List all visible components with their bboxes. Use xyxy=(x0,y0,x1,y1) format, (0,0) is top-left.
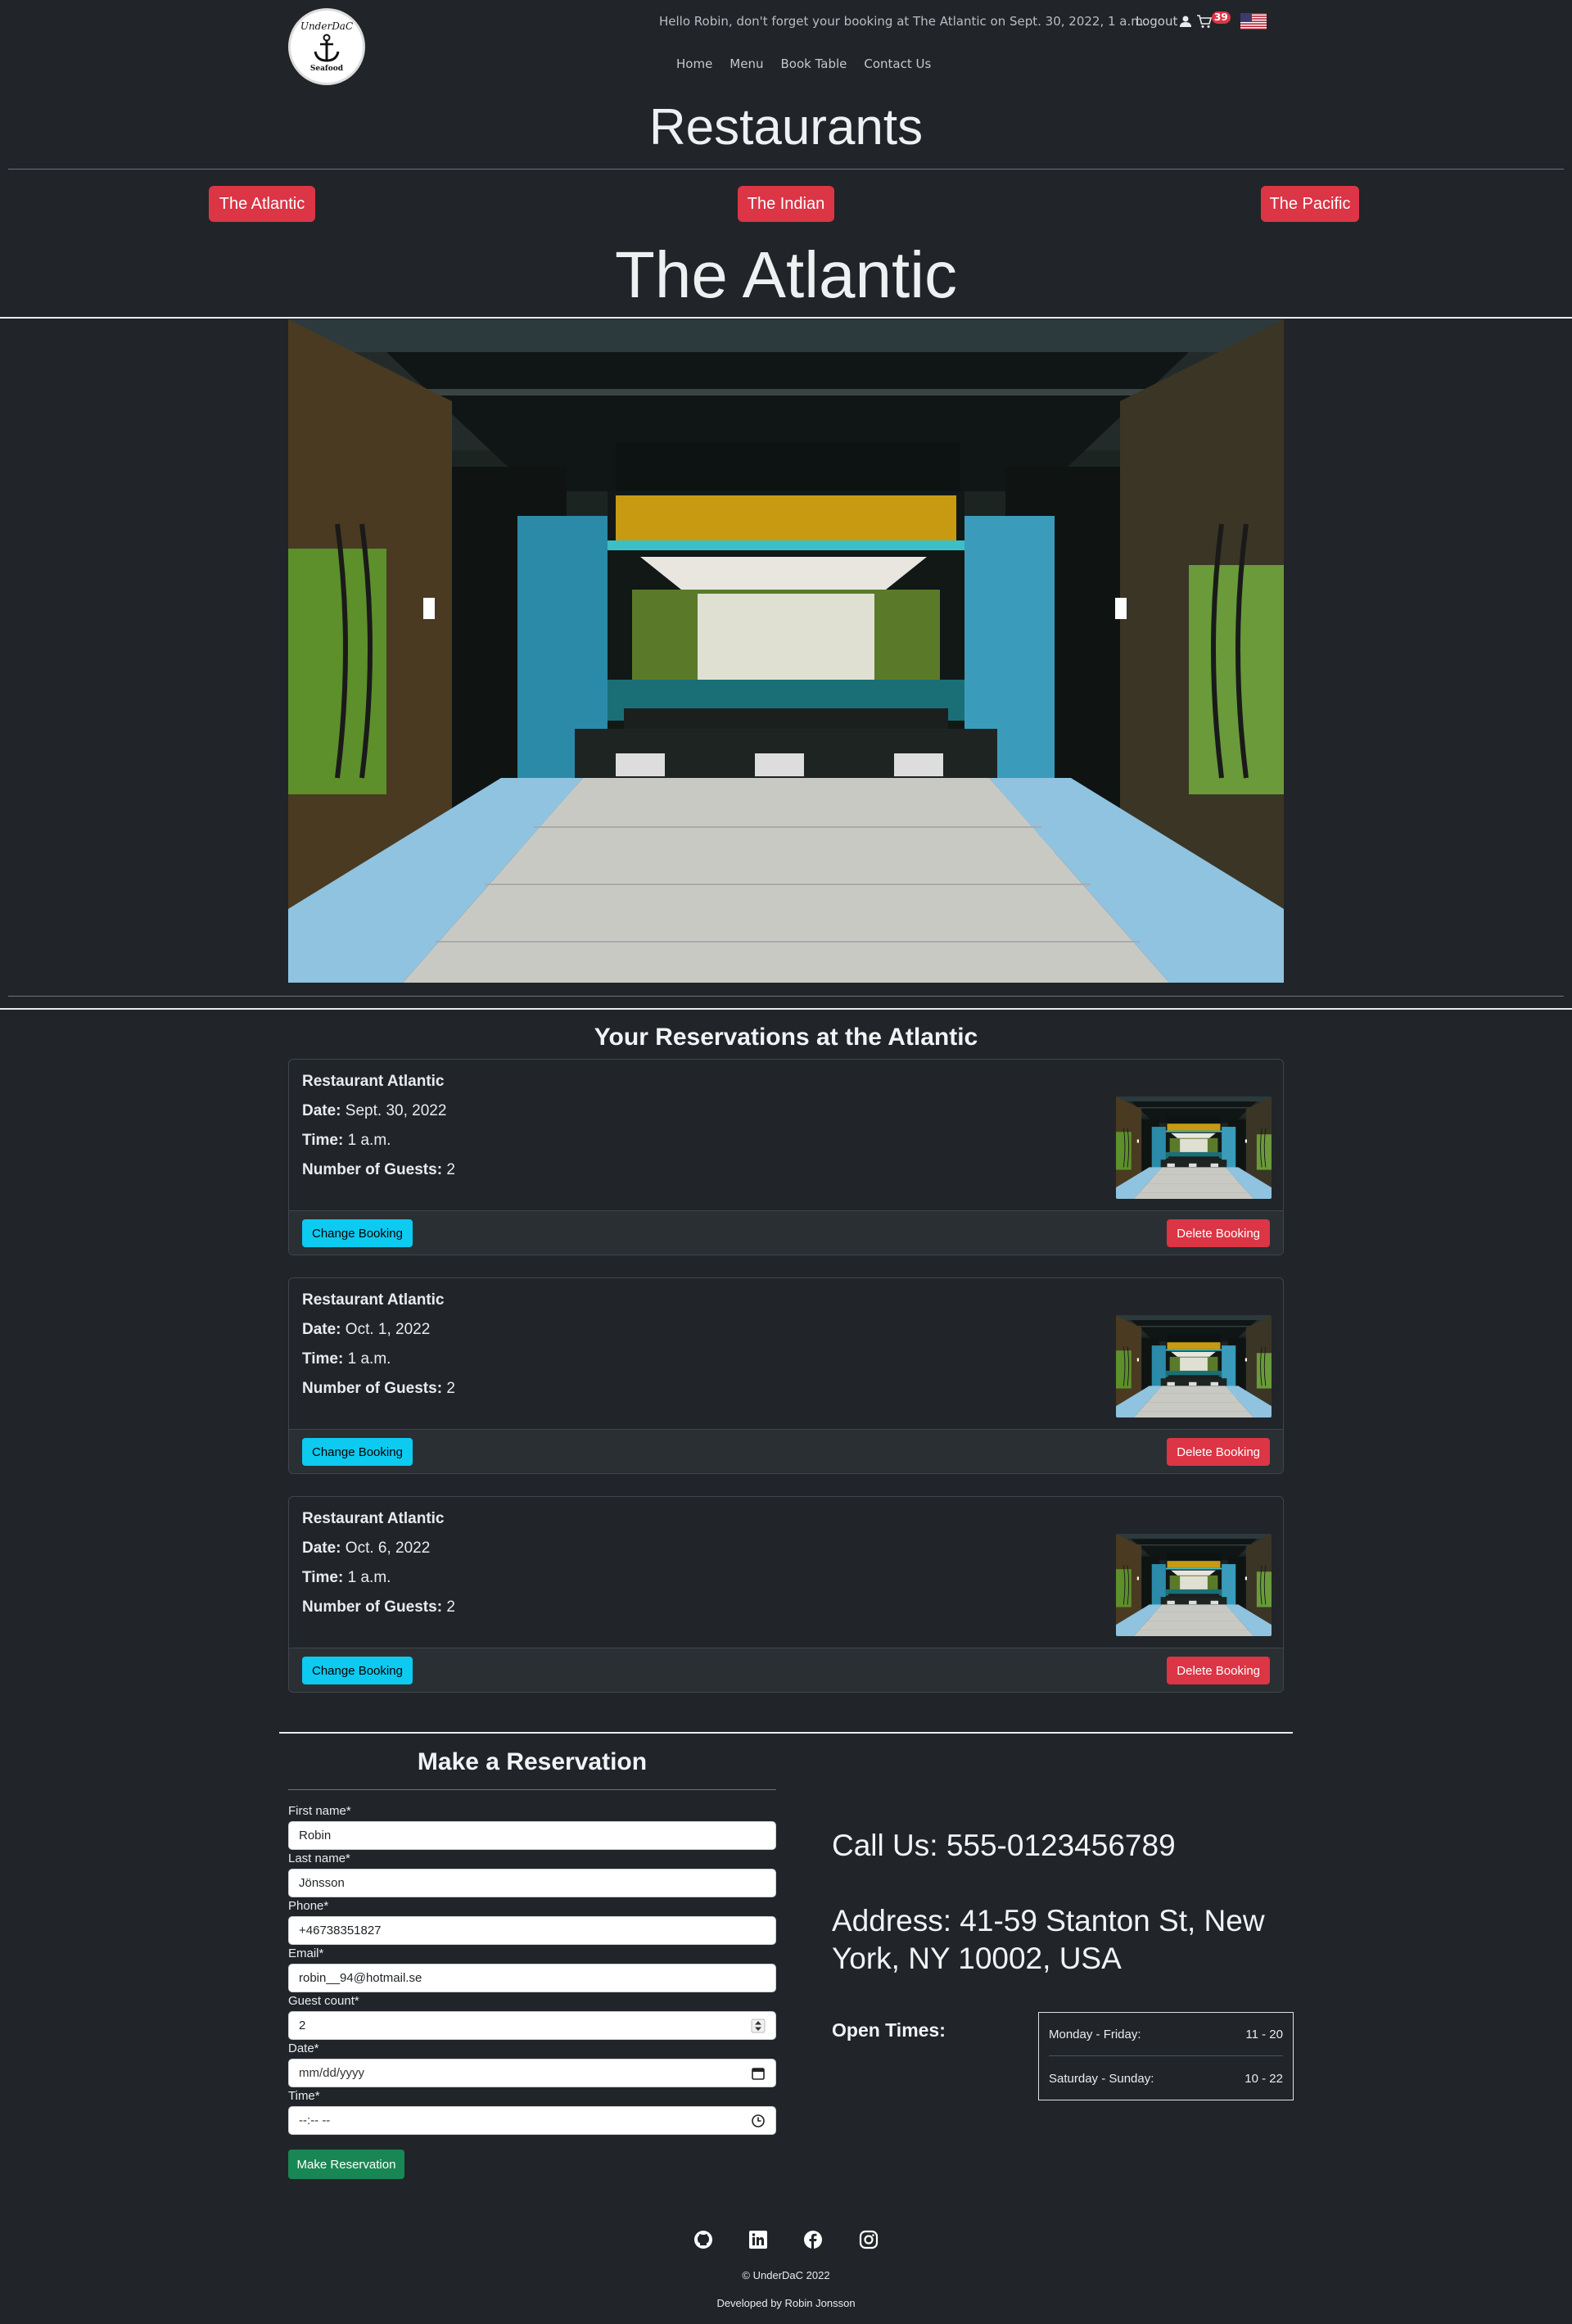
divider xyxy=(0,317,1572,319)
delete-booking-button[interactable]: Delete Booking xyxy=(1167,1438,1270,1466)
github-icon[interactable] xyxy=(693,2230,713,2249)
divider xyxy=(288,1789,776,1790)
reservation-guests: Number of Guests: 2 xyxy=(302,1380,455,1397)
booking-reminder: Hello Robin, don't forget your booking a… xyxy=(659,14,1147,29)
instagram-icon[interactable] xyxy=(859,2230,879,2249)
hours-row: Monday - Friday: 11 - 20 xyxy=(1049,2013,1283,2056)
call-us: Call Us: 555-0123456789 xyxy=(832,1829,1176,1862)
guest-count-label: Guest count* xyxy=(288,1994,359,2008)
restaurant-button-pacific[interactable]: The Pacific xyxy=(1261,186,1359,222)
reservation-card: Restaurant Atlantic Date: Oct. 1, 2022 T… xyxy=(288,1277,1284,1474)
facebook-icon[interactable] xyxy=(803,2230,823,2249)
logout-link[interactable]: Logout xyxy=(1136,14,1177,29)
cart-icon[interactable] xyxy=(1196,13,1213,29)
reservation-card: Restaurant Atlantic Date: Sept. 30, 2022… xyxy=(288,1059,1284,1255)
nav-book-table[interactable]: Book Table xyxy=(780,57,847,71)
anchor-icon xyxy=(314,34,340,62)
reservation-card: Restaurant Atlantic Date: Oct. 6, 2022 T… xyxy=(288,1496,1284,1693)
address: Address: 41-59 Stanton St, New York, NY … xyxy=(832,1904,1265,1975)
divider xyxy=(8,996,1564,997)
restaurant-button-indian[interactable]: The Indian xyxy=(738,186,834,222)
logo-top-text: UnderDaC xyxy=(300,20,354,32)
calendar-icon[interactable] xyxy=(751,2066,766,2081)
hours-row: Saturday - Sunday: 10 - 22 xyxy=(1049,2072,1283,2086)
time-label: Time* xyxy=(288,2089,320,2103)
reservations-heading: Your Reservations at the Atlantic xyxy=(594,1024,978,1051)
date-label: Date* xyxy=(288,2041,319,2055)
reservation-time: Time: 1 a.m. xyxy=(302,1350,391,1368)
nav-contact-us[interactable]: Contact Us xyxy=(864,57,931,71)
card-footer: Change Booking Delete Booking xyxy=(289,1429,1283,1473)
time-field[interactable]: --:-- -- xyxy=(288,2106,776,2135)
linkedin-icon[interactable] xyxy=(748,2230,768,2249)
restaurant-hero-image xyxy=(288,319,1284,983)
divider xyxy=(0,1008,1572,1010)
reservation-restaurant: Restaurant Atlantic xyxy=(302,1073,445,1090)
restaurant-title: The Atlantic xyxy=(614,238,957,311)
reservation-form-heading: Make a Reservation xyxy=(417,1748,648,1775)
cart-count-badge: 39 xyxy=(1212,11,1231,24)
us-flag-icon[interactable] xyxy=(1240,13,1267,29)
copyright: © UnderDaC 2022 xyxy=(742,2269,830,2281)
developer-credit: Developed by Robin Jonsson xyxy=(716,2297,856,2309)
reservation-guests: Number of Guests: 2 xyxy=(302,1161,455,1178)
spinner-arrows-icon[interactable] xyxy=(751,2019,766,2033)
phone-number[interactable]: 555-0123456789 xyxy=(946,1829,1176,1862)
logo-bottom-text: Seafood xyxy=(309,65,344,73)
reservation-date: Date: Oct. 6, 2022 xyxy=(302,1540,431,1557)
reservation-date: Date: Sept. 30, 2022 xyxy=(302,1102,447,1119)
first-name-field[interactable]: Robin xyxy=(288,1821,776,1850)
reservation-thumbnail xyxy=(1116,1534,1272,1636)
first-name-label: First name* xyxy=(288,1804,351,1818)
phone-field[interactable]: +46738351827 xyxy=(288,1916,776,1945)
reservation-thumbnail xyxy=(1116,1315,1272,1417)
reservation-date: Date: Oct. 1, 2022 xyxy=(302,1321,431,1338)
guest-count-stepper[interactable]: 2 xyxy=(288,2011,776,2040)
delete-booking-button[interactable]: Delete Booking xyxy=(1167,1657,1270,1684)
restaurants-heading: Restaurants xyxy=(648,99,924,156)
card-footer: Change Booking Delete Booking xyxy=(289,1210,1283,1255)
brand-logo[interactable]: UnderDaC Seafood xyxy=(288,8,365,85)
change-booking-button[interactable]: Change Booking xyxy=(302,1657,413,1684)
reservation-time: Time: 1 a.m. xyxy=(302,1569,391,1586)
restaurant-button-atlantic[interactable]: The Atlantic xyxy=(209,186,315,222)
last-name-label: Last name* xyxy=(288,1852,350,1865)
reservation-time: Time: 1 a.m. xyxy=(302,1132,391,1149)
email-field[interactable]: robin__94@hotmail.se xyxy=(288,1964,776,1992)
date-field[interactable]: mm/dd/yyyy xyxy=(288,2059,776,2087)
opening-hours-table: Monday - Friday: 11 - 20 Saturday - Sunda… xyxy=(1038,2012,1294,2100)
reservation-thumbnail xyxy=(1116,1096,1272,1199)
clock-icon[interactable] xyxy=(751,2114,766,2128)
main-nav: Home Menu Book Table Contact Us xyxy=(676,57,931,71)
divider xyxy=(279,1732,1293,1734)
make-reservation-button[interactable]: Make Reservation xyxy=(288,2150,404,2179)
divider xyxy=(8,169,1564,170)
delete-booking-button[interactable]: Delete Booking xyxy=(1167,1219,1270,1247)
email-label: Email* xyxy=(288,1946,324,1960)
change-booking-button[interactable]: Change Booking xyxy=(302,1438,413,1466)
nav-menu[interactable]: Menu xyxy=(730,57,763,71)
reservation-restaurant: Restaurant Atlantic xyxy=(302,1510,445,1527)
reservation-restaurant: Restaurant Atlantic xyxy=(302,1291,445,1309)
reservation-guests: Number of Guests: 2 xyxy=(302,1598,455,1616)
change-booking-button[interactable]: Change Booking xyxy=(302,1219,413,1247)
open-times-label: Open Times: xyxy=(832,2019,946,2041)
user-icon[interactable] xyxy=(1179,15,1192,28)
phone-label: Phone* xyxy=(288,1899,329,1913)
last-name-field[interactable]: Jönsson xyxy=(288,1869,776,1897)
nav-home[interactable]: Home xyxy=(676,57,712,71)
card-footer: Change Booking Delete Booking xyxy=(289,1648,1283,1692)
